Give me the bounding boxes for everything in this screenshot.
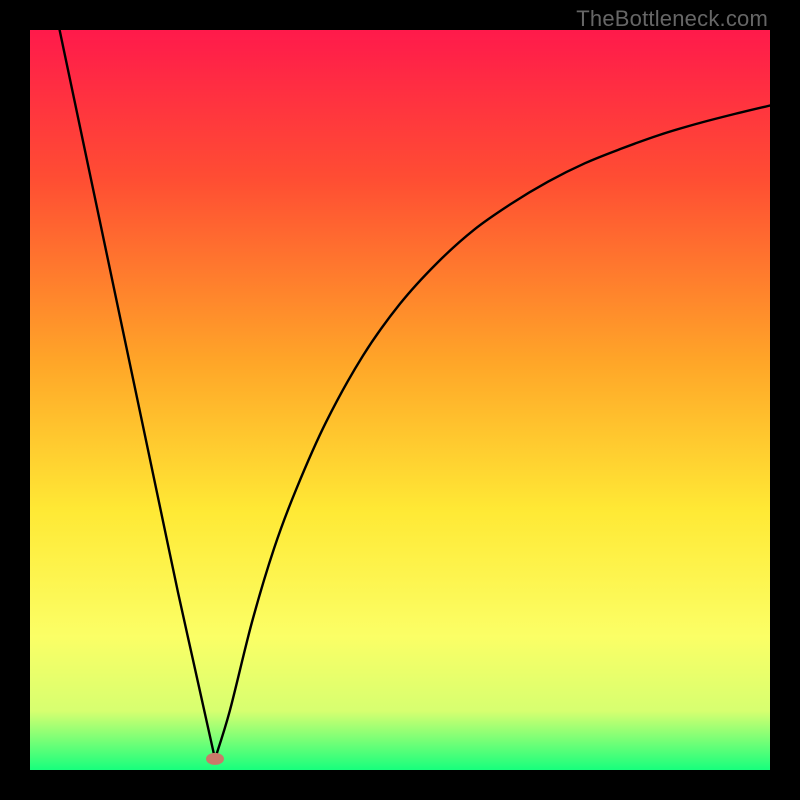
gradient-background [30, 30, 770, 770]
bottleneck-chart [30, 30, 770, 770]
chart-frame [30, 30, 770, 770]
vertex-marker [206, 753, 224, 765]
watermark-text: TheBottleneck.com [576, 6, 768, 32]
